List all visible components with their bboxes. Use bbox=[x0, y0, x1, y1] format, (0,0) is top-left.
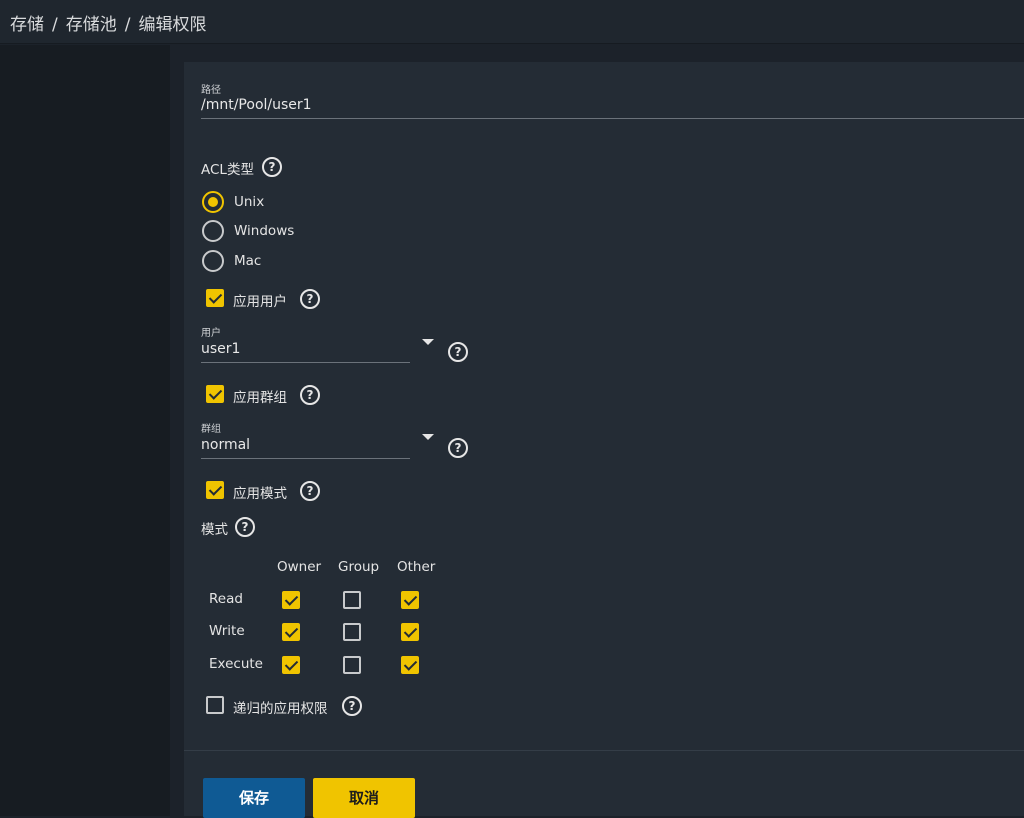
other-read-checkbox[interactable] bbox=[401, 591, 419, 609]
user-label: 用户 bbox=[201, 328, 221, 339]
apply-group-label[interactable]: 应用群组 bbox=[233, 386, 287, 406]
user-help-icon[interactable]: ? bbox=[448, 342, 468, 362]
recursive-help-icon[interactable]: ? bbox=[342, 696, 362, 716]
mode-row-write-label: Write bbox=[209, 623, 245, 639]
mode-column-group: Group bbox=[338, 559, 380, 575]
apply-mode-checkbox[interactable] bbox=[206, 481, 224, 499]
apply-group-checkbox[interactable] bbox=[206, 385, 224, 403]
group-label: 群组 bbox=[201, 424, 221, 435]
owner-execute-checkbox[interactable] bbox=[282, 656, 300, 674]
apply-user-help-icon[interactable]: ? bbox=[300, 289, 320, 309]
acl-type-help-icon[interactable]: ? bbox=[262, 157, 282, 177]
mode-label: 模式 bbox=[201, 522, 228, 538]
actions-divider bbox=[184, 750, 1024, 751]
acl-unix-label[interactable]: Unix bbox=[234, 194, 264, 210]
apply-user-checkbox[interactable] bbox=[206, 289, 224, 307]
group-dropdown-caret-icon[interactable] bbox=[422, 434, 434, 440]
acl-unix-radio[interactable] bbox=[202, 191, 224, 213]
mode-column-owner: Owner bbox=[277, 559, 322, 575]
apply-mode-label[interactable]: 应用模式 bbox=[233, 482, 287, 502]
path-input[interactable]: /mnt/Pool/user1 bbox=[201, 97, 312, 113]
breadcrumb-separator: / bbox=[124, 15, 131, 35]
path-label: 路径 bbox=[201, 85, 221, 96]
mode-row-execute-label: Execute bbox=[209, 656, 263, 672]
other-execute-checkbox[interactable] bbox=[401, 656, 419, 674]
mode-column-other: Other bbox=[397, 559, 436, 575]
recursive-label[interactable]: 递归的应用权限 bbox=[233, 697, 328, 717]
breadcrumb-storage[interactable]: 存储 bbox=[10, 15, 44, 35]
group-write-checkbox[interactable] bbox=[343, 623, 361, 641]
apply-mode-help-icon[interactable]: ? bbox=[300, 481, 320, 501]
breadcrumb: 存储 / 存储池 / 编辑权限 bbox=[10, 10, 206, 35]
breadcrumb-pools[interactable]: 存储池 bbox=[66, 15, 117, 35]
group-underline bbox=[201, 458, 410, 459]
owner-write-checkbox[interactable] bbox=[282, 623, 300, 641]
owner-read-checkbox[interactable] bbox=[282, 591, 300, 609]
mode-help-icon[interactable]: ? bbox=[235, 517, 255, 537]
mode-row-read-label: Read bbox=[209, 591, 243, 607]
other-write-checkbox[interactable] bbox=[401, 623, 419, 641]
breadcrumb-separator: / bbox=[52, 15, 58, 35]
acl-mac-label[interactable]: Mac bbox=[234, 253, 261, 269]
recursive-checkbox[interactable] bbox=[206, 696, 224, 714]
cancel-button[interactable]: 取消 bbox=[313, 778, 415, 818]
breadcrumb-edit-permissions: 编辑权限 bbox=[138, 15, 207, 35]
path-underline bbox=[201, 118, 1024, 119]
group-select[interactable]: normal bbox=[201, 437, 250, 453]
group-execute-checkbox[interactable] bbox=[343, 656, 361, 674]
acl-windows-label[interactable]: Windows bbox=[234, 223, 294, 239]
apply-group-help-icon[interactable]: ? bbox=[300, 385, 320, 405]
left-sidebar-background bbox=[0, 45, 170, 816]
group-read-checkbox[interactable] bbox=[343, 591, 361, 609]
user-dropdown-caret-icon[interactable] bbox=[422, 339, 434, 345]
acl-mac-radio[interactable] bbox=[202, 250, 224, 272]
save-button[interactable]: 保存 bbox=[203, 778, 305, 818]
user-select[interactable]: user1 bbox=[201, 341, 240, 357]
group-help-icon[interactable]: ? bbox=[448, 438, 468, 458]
acl-type-label: ACL类型 bbox=[201, 162, 254, 178]
user-underline bbox=[201, 362, 410, 363]
top-bar: 存储 / 存储池 / 编辑权限 bbox=[0, 0, 1024, 44]
apply-user-label[interactable]: 应用用户 bbox=[233, 290, 287, 310]
edit-permissions-card: 路径 /mnt/Pool/user1 ACL类型 ? Unix Windows … bbox=[184, 62, 1024, 818]
acl-windows-radio[interactable] bbox=[202, 220, 224, 242]
